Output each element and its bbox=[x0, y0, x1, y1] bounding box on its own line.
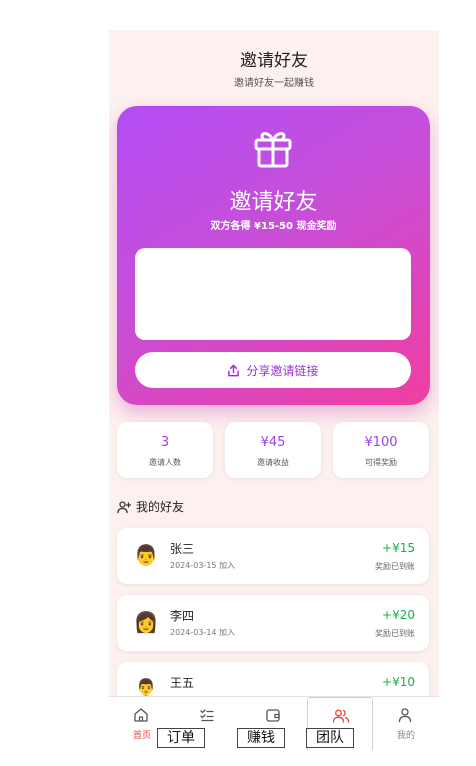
nav-item-profile[interactable]: 我的 bbox=[373, 697, 439, 750]
wallet-icon bbox=[266, 709, 280, 722]
friend-name: 李四 bbox=[170, 609, 195, 623]
avatar: 👩 bbox=[133, 610, 159, 634]
home-icon bbox=[134, 708, 148, 722]
invite-card-subtitle: 双方各得 ¥15-50 现金奖励 bbox=[210, 221, 337, 232]
share-invite-label: 分享邀请链接 bbox=[246, 363, 319, 378]
invite-page: 邀请好友 邀请好友一起赚钱 邀请好友 双方各得 ¥15-50 现金奖励 分享邀请… bbox=[109, 30, 439, 750]
avatar: 👨 bbox=[133, 543, 159, 567]
user-plus-icon bbox=[117, 500, 131, 513]
earn-tab-label[interactable]: 赚钱 bbox=[237, 728, 285, 748]
stat-available-reward: ¥100 可得奖励 bbox=[333, 422, 429, 478]
friend-reward-status: 奖励已到账 bbox=[375, 562, 415, 571]
friends-section-header: 我的好友 bbox=[117, 498, 184, 515]
friend-join-date: 2024-03-15 加入 bbox=[170, 561, 236, 570]
friend-join-date: 2024-03-14 加入 bbox=[170, 628, 236, 637]
gift-icon bbox=[254, 132, 292, 168]
stat-value: ¥45 bbox=[260, 435, 286, 450]
friend-reward: +¥10 bbox=[382, 675, 415, 689]
stat-invite-earnings: ¥45 邀请收益 bbox=[225, 422, 321, 478]
invite-card-title: 邀请好友 bbox=[229, 190, 318, 215]
users-icon bbox=[332, 709, 350, 723]
team-tab-label[interactable]: 团队 bbox=[306, 728, 354, 748]
list-check-icon bbox=[200, 709, 214, 722]
page-title: 邀请好友 bbox=[240, 51, 308, 71]
nav-label: 我的 bbox=[396, 731, 415, 741]
stat-label: 可得奖励 bbox=[365, 458, 397, 467]
stat-invite-count: 3 邀请人数 bbox=[117, 422, 213, 478]
stat-label: 邀请人数 bbox=[149, 458, 181, 467]
friend-item[interactable]: 👩 李四 2024-03-14 加入 +¥20 奖励已到账 bbox=[117, 595, 429, 651]
friend-reward: +¥15 bbox=[382, 541, 415, 555]
friends-section-title: 我的好友 bbox=[136, 500, 185, 514]
invite-card: 邀请好友 双方各得 ¥15-50 现金奖励 分享邀请链接 bbox=[117, 106, 430, 405]
friend-reward: +¥20 bbox=[382, 608, 415, 622]
friend-reward-status: 奖励已到账 bbox=[375, 629, 415, 638]
orders-tab-label[interactable]: 订单 bbox=[157, 728, 205, 748]
share-icon bbox=[228, 364, 240, 376]
qr-code-area bbox=[135, 248, 411, 340]
friend-name: 王五 bbox=[170, 676, 195, 690]
share-invite-button[interactable]: 分享邀请链接 bbox=[135, 352, 411, 388]
stat-value: ¥100 bbox=[364, 435, 398, 450]
user-icon bbox=[398, 708, 412, 723]
page-subtitle: 邀请好友一起赚钱 bbox=[234, 78, 314, 89]
friend-name: 张三 bbox=[170, 542, 195, 556]
stat-value: 3 bbox=[160, 435, 170, 450]
stat-label: 邀请收益 bbox=[257, 458, 289, 467]
friend-item[interactable]: 👨 张三 2024-03-15 加入 +¥15 奖励已到账 bbox=[117, 528, 429, 584]
